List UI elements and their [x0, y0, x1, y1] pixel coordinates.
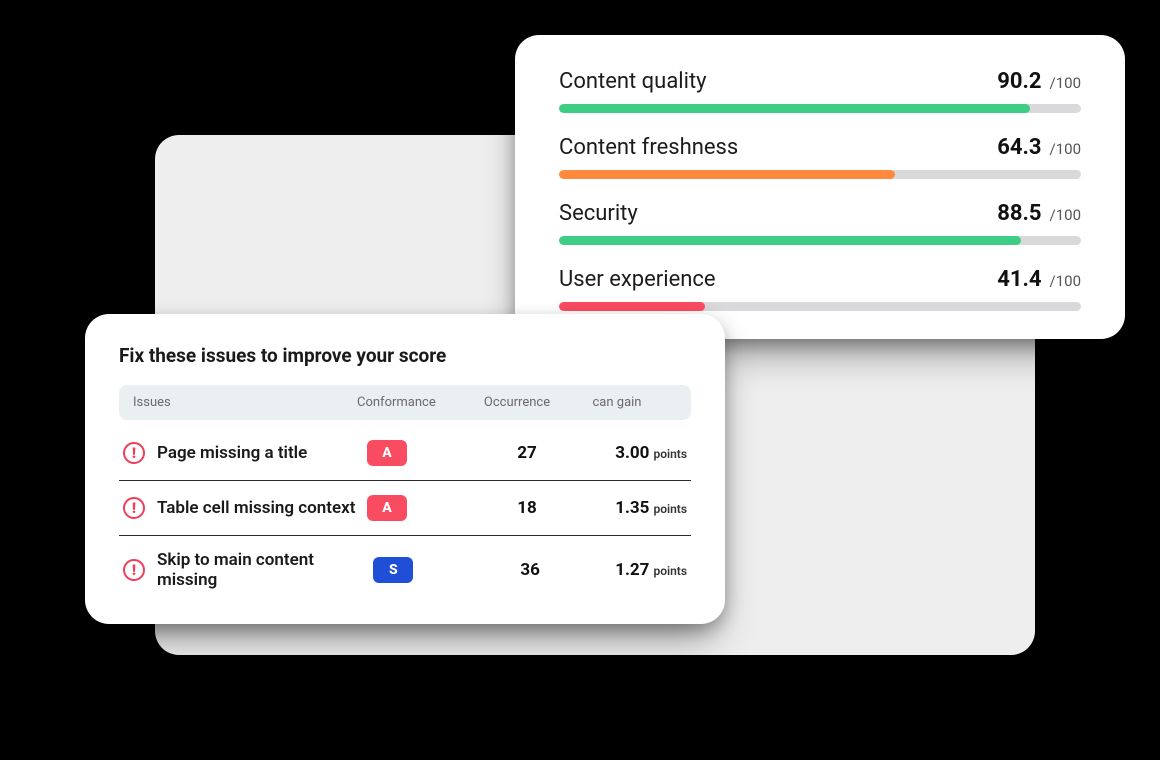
progress-track	[559, 302, 1081, 311]
conformance-badge: A	[367, 495, 407, 521]
metric-item: Content quality 90.2 /100	[559, 69, 1081, 113]
conformance-badge: S	[373, 557, 413, 583]
metric-value-wrap: 41.4 /100	[997, 267, 1081, 292]
metric-max: /100	[1050, 74, 1081, 92]
table-row[interactable]: ! Skip to main content missing S 36 1.27…	[119, 536, 691, 604]
gain-unit: points	[653, 447, 687, 461]
progress-track	[559, 170, 1081, 179]
gain-cell: 3.00 points	[567, 443, 687, 463]
progress-track	[559, 104, 1081, 113]
table-row[interactable]: ! Page missing a title A 27 3.00 points	[119, 426, 691, 481]
metric-label: Security	[559, 201, 638, 226]
conformance-cell: S	[373, 557, 491, 583]
gain-value: 3.00	[615, 443, 649, 463]
metric-max: /100	[1050, 272, 1081, 290]
gain-cell: 1.35 points	[567, 498, 687, 518]
issue-cell: ! Table cell missing context	[123, 497, 367, 519]
column-header-occurrence: Occurrence	[477, 395, 557, 410]
issues-title: Fix these issues to improve your score	[119, 344, 691, 367]
metrics-card: Content quality 90.2 /100 Content freshn…	[515, 35, 1125, 339]
progress-track	[559, 236, 1081, 245]
gain-value: 1.35	[615, 498, 649, 518]
alert-icon: !	[123, 559, 145, 581]
progress-fill	[559, 236, 1021, 245]
column-header-conformance: Conformance	[357, 395, 477, 410]
alert-icon: !	[123, 497, 145, 519]
issues-card: Fix these issues to improve your score I…	[85, 314, 725, 624]
issue-name: Skip to main content missing	[157, 550, 373, 590]
issues-table-header: Issues Conformance Occurrence can gain	[119, 385, 691, 420]
metric-value: 64.3	[997, 135, 1041, 160]
metric-value: 41.4	[997, 267, 1041, 292]
metric-item: Security 88.5 /100	[559, 201, 1081, 245]
metrics-list: Content quality 90.2 /100 Content freshn…	[559, 69, 1081, 311]
occurrence-cell: 36	[491, 560, 569, 580]
gain-cell: 1.27 points	[569, 560, 687, 580]
metric-label: Content freshness	[559, 135, 738, 160]
metric-item: Content freshness 64.3 /100	[559, 135, 1081, 179]
progress-fill	[559, 302, 705, 311]
occurrence-cell: 27	[487, 443, 567, 463]
alert-icon: !	[123, 442, 145, 464]
progress-fill	[559, 104, 1030, 113]
conformance-cell: A	[367, 495, 487, 521]
column-header-issues: Issues	[133, 395, 357, 410]
issue-name: Table cell missing context	[157, 498, 355, 518]
metric-max: /100	[1050, 140, 1081, 158]
stage: Content quality 90.2 /100 Content freshn…	[0, 0, 1160, 760]
metric-item: User experience 41.4 /100	[559, 267, 1081, 311]
metric-label: User experience	[559, 267, 716, 292]
metric-value-wrap: 64.3 /100	[997, 135, 1081, 160]
gain-unit: points	[653, 564, 687, 578]
issue-name: Page missing a title	[157, 443, 307, 463]
progress-fill	[559, 170, 895, 179]
metric-value-wrap: 90.2 /100	[997, 69, 1081, 94]
conformance-cell: A	[367, 440, 487, 466]
column-header-gain: can gain	[557, 395, 677, 410]
gain-unit: points	[653, 502, 687, 516]
metric-value: 88.5	[997, 201, 1041, 226]
table-row[interactable]: ! Table cell missing context A 18 1.35 po…	[119, 481, 691, 536]
metric-label: Content quality	[559, 69, 707, 94]
metric-value: 90.2	[997, 69, 1041, 94]
issue-cell: ! Skip to main content missing	[123, 550, 373, 590]
metric-max: /100	[1050, 206, 1081, 224]
conformance-badge: A	[367, 440, 407, 466]
issue-cell: ! Page missing a title	[123, 442, 367, 464]
issues-rows: ! Page missing a title A 27 3.00 points !…	[119, 426, 691, 604]
occurrence-cell: 18	[487, 498, 567, 518]
gain-value: 1.27	[615, 560, 649, 580]
metric-value-wrap: 88.5 /100	[997, 201, 1081, 226]
